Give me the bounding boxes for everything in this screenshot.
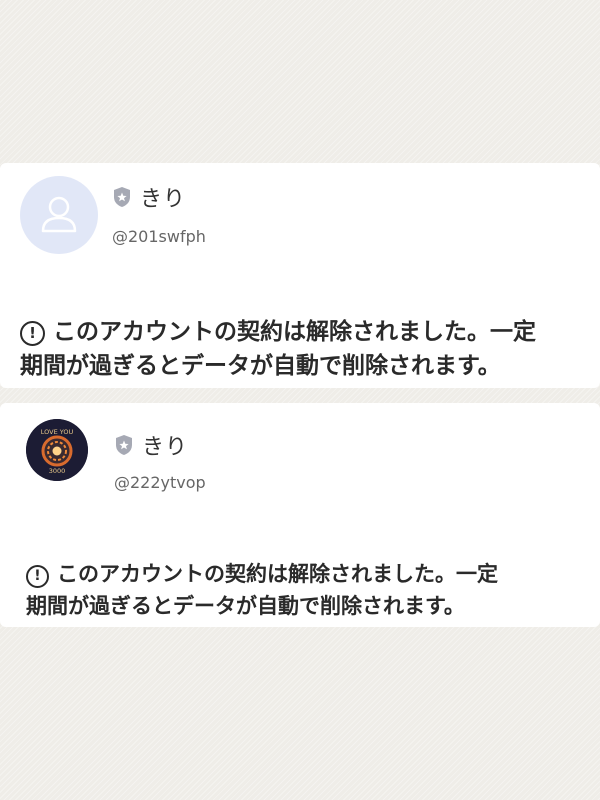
person-icon <box>41 196 77 233</box>
name-row: きり <box>112 181 186 213</box>
name-row: きり <box>114 429 188 461</box>
notice-text: このアカウントの契約は解除されました。一定 <box>53 319 536 345</box>
love-you-3000-logo: LOVE YOU 3000 <box>26 419 88 481</box>
account-handle: @201swfph <box>112 227 206 246</box>
account-name: きり <box>142 435 189 460</box>
logo-text-top: LOVE YOU <box>41 428 74 436</box>
shield-badge-icon <box>116 435 132 455</box>
notice-text: このアカウントの契約は解除されました。一定 <box>57 562 498 586</box>
account-handle: @222ytvop <box>114 473 206 492</box>
shield-badge-icon <box>114 187 130 207</box>
account-card[interactable]: きり @201swfph ! このアカウントの契約は解除されました。一定 期間が過… <box>0 163 600 388</box>
avatar[interactable]: LOVE YOU 3000 <box>26 419 88 481</box>
notice-line: ! このアカウントの契約は解除されました。一定 <box>20 315 595 349</box>
avatar[interactable] <box>20 176 98 254</box>
logo-text-bottom: 3000 <box>49 467 66 475</box>
alert-icon: ! <box>26 565 49 588</box>
account-terminated-notice: ! このアカウントの契約は解除されました。一定 期間が過ぎるとデータが自動で削除さ… <box>20 315 595 383</box>
account-name: きり <box>140 187 187 212</box>
notice-text: 期間が過ぎるとデータが自動で削除されます。 <box>20 353 501 379</box>
notice-text: 期間が過ぎるとデータが自動で削除されます。 <box>26 594 465 618</box>
alert-icon: ! <box>20 321 45 346</box>
notice-line: ! このアカウントの契約は解除されました。一定 <box>26 558 586 590</box>
account-terminated-notice: ! このアカウントの契約は解除されました。一定 期間が過ぎるとデータが自動で削除さ… <box>26 558 586 622</box>
account-card[interactable]: LOVE YOU 3000 きり @222ytvop ! このアカウントの契約は解… <box>0 403 600 627</box>
